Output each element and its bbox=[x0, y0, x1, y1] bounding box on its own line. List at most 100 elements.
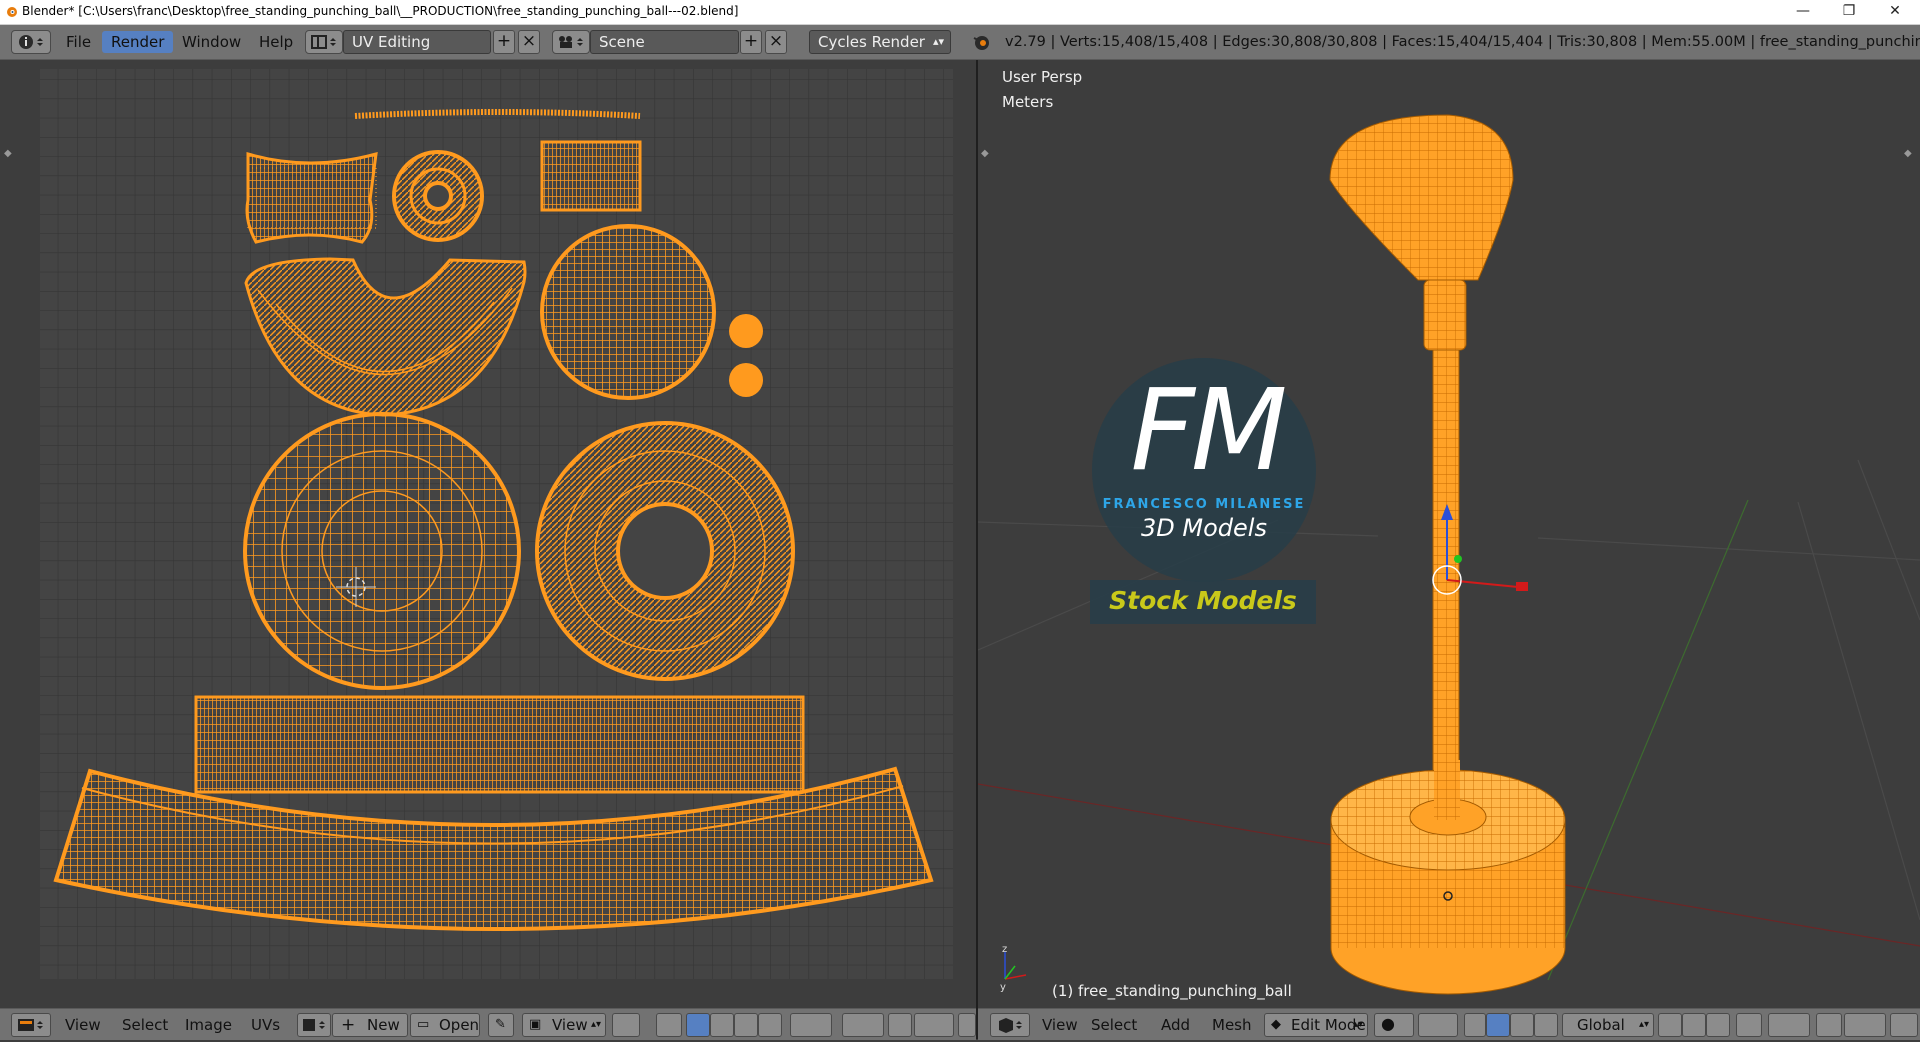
face-select-icon[interactable] bbox=[734, 1013, 758, 1037]
menu-window[interactable]: Window bbox=[173, 31, 250, 53]
rotate-manipulator-icon[interactable] bbox=[1510, 1013, 1534, 1037]
maximize-button[interactable]: ❐ bbox=[1826, 0, 1872, 24]
transform-orientation-select[interactable]: Global ▴▾ bbox=[1562, 1013, 1654, 1037]
uv-menu-select[interactable]: Select bbox=[122, 1016, 168, 1034]
menu-file[interactable]: File bbox=[57, 31, 100, 53]
logo-letters: FM bbox=[1130, 366, 1287, 496]
snap-target-icon[interactable] bbox=[1890, 1013, 1918, 1037]
manipulator-toggle-icon[interactable] bbox=[1464, 1013, 1486, 1037]
3d-menu-view[interactable]: View bbox=[1042, 1016, 1078, 1034]
uv-editor-footer: View Select Image UVs + New ▭ Open ✎ ▣ V… bbox=[0, 1008, 976, 1040]
proportional-edit-select[interactable] bbox=[842, 1013, 884, 1037]
logo-name: FRANCESCO MILANESE bbox=[1102, 497, 1306, 512]
image-browse-button[interactable] bbox=[297, 1013, 331, 1037]
3d-viewport[interactable]: ◆ ◆ User Persp Meters z y FM FRANCESCO M… bbox=[978, 60, 1920, 1007]
new-image-label: New bbox=[367, 1016, 400, 1034]
scene-icon bbox=[559, 36, 583, 48]
blender-app-icon bbox=[7, 7, 17, 17]
3d-menu-select[interactable]: Select bbox=[1091, 1016, 1137, 1034]
scene-name-field[interactable]: Scene bbox=[590, 30, 739, 54]
scene-browse-button[interactable] bbox=[552, 30, 590, 54]
3d-menu-mesh[interactable]: Mesh bbox=[1212, 1016, 1252, 1034]
image-browse-icon bbox=[303, 1019, 325, 1031]
menu-help[interactable]: Help bbox=[250, 31, 302, 53]
scene-statistics: v2.79 | Verts:15,408/15,408 | Edges:30,8… bbox=[1005, 34, 1920, 50]
logo-subtitle: 3D Models bbox=[1141, 514, 1267, 542]
vertex-select-mode-icon[interactable] bbox=[1658, 1013, 1682, 1037]
axis-widget: z y bbox=[1000, 944, 1027, 993]
info-header: File Render Window Help UV Editing + × S… bbox=[0, 25, 1920, 60]
pivot-point-select[interactable] bbox=[1418, 1013, 1458, 1037]
minimize-button[interactable]: — bbox=[1780, 0, 1826, 24]
snap-element-select[interactable] bbox=[914, 1013, 954, 1037]
uv-menu-uvs[interactable]: UVs bbox=[251, 1016, 280, 1034]
delete-layout-button[interactable]: × bbox=[518, 30, 540, 54]
editor-type-button[interactable] bbox=[11, 1013, 51, 1037]
viewport-shading-select[interactable]: ● bbox=[1374, 1013, 1414, 1037]
edit-mode-icon: ◆ bbox=[1271, 1017, 1281, 1032]
transform-manipulator[interactable] bbox=[1432, 504, 1528, 595]
sticky-select-icon[interactable] bbox=[958, 1013, 976, 1037]
new-image-button[interactable]: + New bbox=[332, 1013, 408, 1037]
chevron-updown-icon: ▴▾ bbox=[1352, 1019, 1363, 1030]
svg-text:y: y bbox=[1000, 982, 1006, 993]
orientation-label: Global bbox=[1577, 1016, 1625, 1034]
3d-menu-add[interactable]: Add bbox=[1161, 1016, 1190, 1034]
info-icon bbox=[19, 35, 43, 49]
view-mode-icon: ▣ bbox=[529, 1017, 542, 1032]
render-engine-label: Cycles Render bbox=[818, 33, 925, 51]
mode-select[interactable]: ◆ Edit Mode ▴▾ bbox=[1264, 1013, 1368, 1037]
view-mode-select[interactable]: ▣ View ▴▾ bbox=[522, 1013, 606, 1037]
uv-canvas[interactable] bbox=[0, 60, 976, 1007]
window-title: Blender* [C:\Users\franc\Desktop\free_st… bbox=[22, 4, 739, 18]
uv-image-editor[interactable]: ◆ bbox=[0, 60, 976, 1007]
plus-icon: + bbox=[341, 1015, 356, 1035]
occlude-geometry-icon[interactable] bbox=[1736, 1013, 1762, 1037]
snap-toggle-icon[interactable] bbox=[1816, 1013, 1842, 1037]
delete-scene-button[interactable]: × bbox=[765, 30, 787, 54]
face-select-mode-icon[interactable] bbox=[1706, 1013, 1730, 1037]
editor-type-button[interactable] bbox=[990, 1013, 1030, 1037]
chevron-updown-icon: ▴▾ bbox=[590, 1019, 601, 1030]
uv-menu-view[interactable]: View bbox=[65, 1016, 101, 1034]
close-button[interactable]: ✕ bbox=[1872, 0, 1918, 24]
svg-text:z: z bbox=[1002, 944, 1007, 955]
3d-view-icon bbox=[999, 1018, 1022, 1033]
editor-type-button[interactable] bbox=[11, 30, 51, 54]
add-layout-button[interactable]: + bbox=[493, 30, 515, 54]
stock-models-banner: Stock Models bbox=[1109, 586, 1297, 615]
island-select-icon[interactable] bbox=[758, 1013, 782, 1037]
shading-sphere-icon: ● bbox=[1381, 1014, 1395, 1033]
image-editor-icon bbox=[18, 1019, 43, 1031]
open-image-label: Open bbox=[439, 1016, 480, 1034]
view-mode-label: View bbox=[552, 1016, 588, 1034]
render-engine-select[interactable]: Cycles Render ▴▾ bbox=[809, 30, 951, 54]
open-image-button[interactable]: ▭ Open bbox=[410, 1013, 480, 1037]
layout-name-field[interactable]: UV Editing bbox=[343, 30, 491, 54]
layout-icon bbox=[311, 35, 336, 49]
y-axis-line bbox=[1547, 499, 1749, 981]
snap-element-select[interactable] bbox=[1844, 1013, 1886, 1037]
snap-to-pixels-icon[interactable] bbox=[612, 1013, 640, 1037]
add-scene-button[interactable]: + bbox=[740, 30, 762, 54]
uv-menu-image[interactable]: Image bbox=[185, 1016, 232, 1034]
proportional-edit-select[interactable] bbox=[1768, 1013, 1810, 1037]
folder-icon: ▭ bbox=[417, 1017, 430, 1032]
pivot-point-select[interactable] bbox=[790, 1013, 832, 1037]
window-titlebar: Blender* [C:\Users\franc\Desktop\free_st… bbox=[0, 0, 1920, 25]
magnet-snap-icon[interactable] bbox=[888, 1013, 912, 1037]
translate-manipulator-icon[interactable] bbox=[1486, 1013, 1510, 1037]
pin-image-icon[interactable]: ✎ bbox=[488, 1013, 514, 1037]
3d-view-footer: View Select Add Mesh ◆ Edit Mode ▴▾ ● Gl… bbox=[978, 1008, 1920, 1040]
edge-select-icon[interactable] bbox=[710, 1013, 734, 1037]
vertex-select-icon[interactable] bbox=[686, 1013, 710, 1037]
chevron-updown-icon: ▴▾ bbox=[1638, 1019, 1649, 1030]
blender-logo-icon bbox=[973, 36, 989, 50]
active-object-label: (1) free_standing_punching_ball bbox=[1052, 982, 1292, 1000]
cursor-select-icon[interactable] bbox=[656, 1013, 682, 1037]
chevron-updown-icon: ▴▾ bbox=[932, 35, 944, 48]
layout-browse-button[interactable] bbox=[305, 30, 343, 54]
scale-manipulator-icon[interactable] bbox=[1534, 1013, 1558, 1037]
edge-select-mode-icon[interactable] bbox=[1682, 1013, 1706, 1037]
menu-render[interactable]: Render bbox=[102, 31, 174, 53]
